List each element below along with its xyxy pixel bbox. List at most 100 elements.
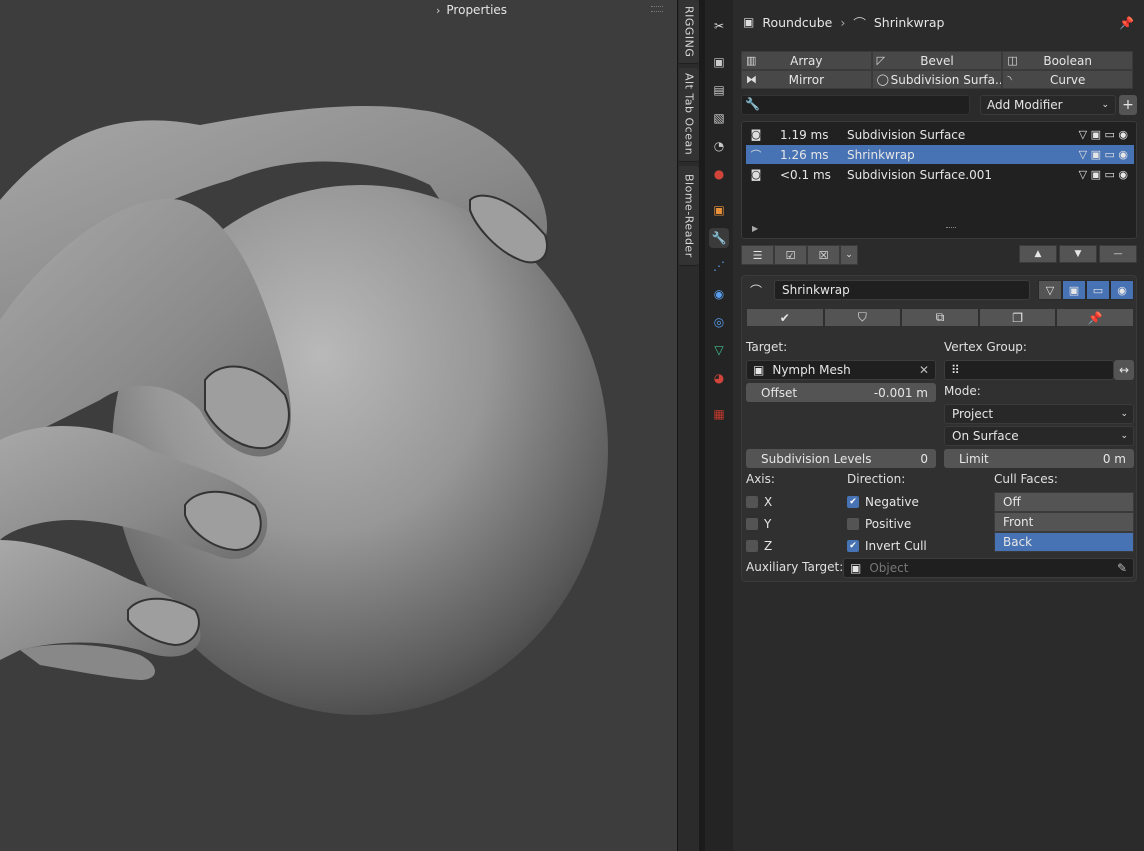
chevron-down-icon[interactable]: ⌄ bbox=[840, 245, 858, 265]
shrinkwrap-modifier-panel: ⌒ Shrinkwrap ▽ ▣ ▭ ◉ ✔ ⛉ ⧉ ❐ 📌 Target: ▣… bbox=[741, 275, 1137, 582]
mirror-icon: ⧓ bbox=[746, 73, 757, 86]
expand-triangle-icon[interactable]: ▶ bbox=[752, 224, 758, 233]
list-item[interactable]: ◙ <0.1 ms Subdivision Surface.001 ▽ ▣ ▭ … bbox=[746, 165, 1134, 184]
cull-option-back[interactable]: Back bbox=[994, 532, 1134, 552]
resize-grip-icon[interactable] bbox=[946, 227, 956, 231]
duplicate-icon[interactable]: ❐ bbox=[978, 308, 1057, 327]
particles-icon[interactable]: ⋰ bbox=[709, 256, 729, 276]
target-field[interactable]: ▣ Nymph Mesh ✕ bbox=[746, 360, 936, 380]
limit-field[interactable]: Limit 0 m bbox=[944, 449, 1134, 468]
visibility-toggles[interactable]: ▽ ▣ ▭ ◉ bbox=[1079, 148, 1134, 161]
modifier-search-input[interactable] bbox=[741, 95, 970, 115]
positive-checkbox[interactable]: Positive bbox=[847, 517, 911, 531]
apply-check-icon[interactable]: ✔ bbox=[746, 308, 824, 327]
object-icon[interactable]: ▣ bbox=[709, 200, 729, 220]
viewport-render bbox=[0, 105, 608, 715]
view-layer-icon[interactable]: ▧ bbox=[709, 108, 729, 128]
wrench-icon: 🔧 bbox=[745, 97, 760, 111]
curve-icon: ◝ bbox=[1007, 73, 1012, 86]
constraints-icon[interactable]: ◎ bbox=[709, 312, 729, 332]
axis-x-checkbox[interactable]: X bbox=[746, 495, 772, 509]
edit-cage-icon[interactable]: ▽ bbox=[1038, 280, 1062, 300]
viewport-header-label: Properties bbox=[446, 3, 508, 17]
shrinkwrap-icon: ⌒ bbox=[750, 284, 763, 298]
pin-to-last-icon[interactable]: 📌 bbox=[1056, 308, 1134, 327]
move-up-button[interactable]: ▲ bbox=[1019, 245, 1057, 263]
edit-mode-icon[interactable]: ▣ bbox=[1062, 280, 1086, 300]
mirror-button[interactable]: ⧓ Mirror bbox=[741, 70, 872, 89]
visibility-toggles[interactable]: ▽ ▣ ▭ ◉ bbox=[1079, 128, 1134, 141]
breadcrumb-modifier: Shrinkwrap bbox=[873, 14, 945, 30]
modifier-wrench-icon[interactable]: 🔧 bbox=[709, 228, 729, 248]
vertex-group-icon: ⠿ bbox=[951, 363, 960, 377]
axis-z-checkbox[interactable]: Z bbox=[746, 539, 772, 553]
scene-icon[interactable]: ◔ bbox=[709, 136, 729, 156]
render-icon[interactable]: ▣ bbox=[709, 52, 729, 72]
offset-field[interactable]: Offset -0.001 m bbox=[746, 383, 936, 402]
material-icon[interactable]: ◕ bbox=[709, 368, 729, 388]
array-button[interactable]: ▥ Array bbox=[741, 51, 872, 70]
show-in-viewport-filter-icon[interactable]: ☰ bbox=[741, 245, 774, 265]
viewport-header[interactable]: › Properties bbox=[432, 0, 677, 20]
chevron-right-icon[interactable]: › bbox=[436, 4, 440, 17]
world-icon[interactable]: ● bbox=[709, 164, 729, 184]
axis-y-checkbox[interactable]: Y bbox=[746, 517, 771, 531]
tab-blome-reader[interactable]: Blome-Reader bbox=[679, 166, 699, 266]
subdivision-levels-field[interactable]: Subdivision Levels 0 bbox=[746, 449, 936, 468]
curve-button[interactable]: ◝ Curve bbox=[1002, 70, 1133, 89]
chevron-down-icon: ⌄ bbox=[1120, 431, 1128, 441]
boolean-button[interactable]: ◫ Boolean bbox=[1002, 51, 1133, 70]
subdivision-icon: ◙ bbox=[750, 168, 762, 181]
viewport-display-icon[interactable]: ▭ bbox=[1086, 280, 1110, 300]
list-item[interactable]: ◙ 1.19 ms Subdivision Surface ▽ ▣ ▭ ◉ bbox=[746, 125, 1134, 144]
visibility-toggles[interactable]: ▽ ▣ ▭ ◉ bbox=[1079, 168, 1134, 181]
object-icon: ▣ bbox=[850, 561, 862, 575]
modifier-stack-list[interactable]: ◙ 1.19 ms Subdivision Surface ▽ ▣ ▭ ◉ ⌒ … bbox=[741, 121, 1137, 239]
copy-to-selected-icon[interactable]: ⧉ bbox=[901, 308, 979, 327]
finger-pinky bbox=[20, 644, 155, 680]
subdivision-icon: ◙ bbox=[750, 128, 762, 141]
data-mesh-icon[interactable]: ▽ bbox=[709, 340, 729, 360]
shrinkwrap-icon: ⌒ bbox=[853, 15, 866, 31]
remove-all-icon[interactable]: ☒ bbox=[807, 245, 840, 265]
add-button[interactable]: + bbox=[1119, 95, 1137, 115]
tool-icon[interactable]: ✂ bbox=[709, 16, 729, 36]
output-icon[interactable]: ▤ bbox=[709, 80, 729, 100]
mode-label: Mode: bbox=[944, 384, 981, 398]
negative-checkbox[interactable]: ✔ Negative bbox=[847, 495, 919, 509]
snap-mode-dropdown[interactable]: On Surface ⌄ bbox=[944, 426, 1134, 446]
stack-toolbar: ☰ ☑ ☒ ⌄ ▲ ▼ — bbox=[741, 245, 1137, 265]
chevron-down-icon: ⌄ bbox=[1101, 100, 1109, 110]
eyedropper-icon[interactable]: ✎ bbox=[1117, 561, 1127, 575]
pin-icon[interactable]: 📌 bbox=[1119, 16, 1134, 30]
remove-button[interactable]: — bbox=[1099, 245, 1137, 263]
add-modifier-dropdown[interactable]: Add Modifier ⌄ bbox=[980, 95, 1116, 115]
clear-x-icon[interactable]: ✕ bbox=[919, 363, 929, 377]
list-item-selected[interactable]: ⌒ 1.26 ms Shrinkwrap ▽ ▣ ▭ ◉ bbox=[746, 145, 1134, 164]
invert-arrows-icon[interactable]: ↔ bbox=[1114, 360, 1134, 380]
invert-cull-checkbox[interactable]: ✔ Invert Cull bbox=[847, 539, 927, 553]
grip-icon[interactable] bbox=[651, 6, 663, 12]
physics-icon[interactable]: ◉ bbox=[709, 284, 729, 304]
tab-alt-tab-ocean[interactable]: Alt Tab Ocean bbox=[679, 68, 699, 162]
subdivision-surface-button[interactable]: ◯ Subdivision Surfa... bbox=[871, 70, 1003, 89]
3d-viewport[interactable]: › Properties bbox=[0, 0, 677, 851]
cull-option-front[interactable]: Front bbox=[994, 512, 1134, 532]
breadcrumb-object: Roundcube bbox=[762, 14, 833, 30]
cull-option-off[interactable]: Off bbox=[994, 492, 1134, 512]
target-label: Target: bbox=[746, 340, 788, 354]
chevron-down-icon: ⌄ bbox=[1120, 409, 1128, 419]
texture-icon[interactable]: ▦ bbox=[709, 404, 729, 424]
shrinkwrap-icon: ⌒ bbox=[750, 148, 762, 162]
render-camera-icon[interactable]: ◉ bbox=[1110, 280, 1134, 300]
bevel-button[interactable]: ◸ Bevel bbox=[871, 51, 1003, 70]
auxiliary-target-field[interactable]: ▣ Object ✎ bbox=[843, 558, 1134, 578]
mode-dropdown[interactable]: Project ⌄ bbox=[944, 404, 1134, 424]
auxiliary-target-label: Auxiliary Target: bbox=[746, 560, 844, 574]
apply-as-shape-icon[interactable]: ⛉ bbox=[823, 308, 902, 327]
move-down-button[interactable]: ▼ bbox=[1059, 245, 1097, 263]
tab-rigging[interactable]: RIGGING bbox=[679, 0, 699, 64]
apply-all-icon[interactable]: ☑ bbox=[774, 245, 807, 265]
vertex-group-field[interactable]: ⠿ bbox=[944, 360, 1114, 380]
modifier-name-input[interactable]: Shrinkwrap bbox=[774, 280, 1030, 300]
